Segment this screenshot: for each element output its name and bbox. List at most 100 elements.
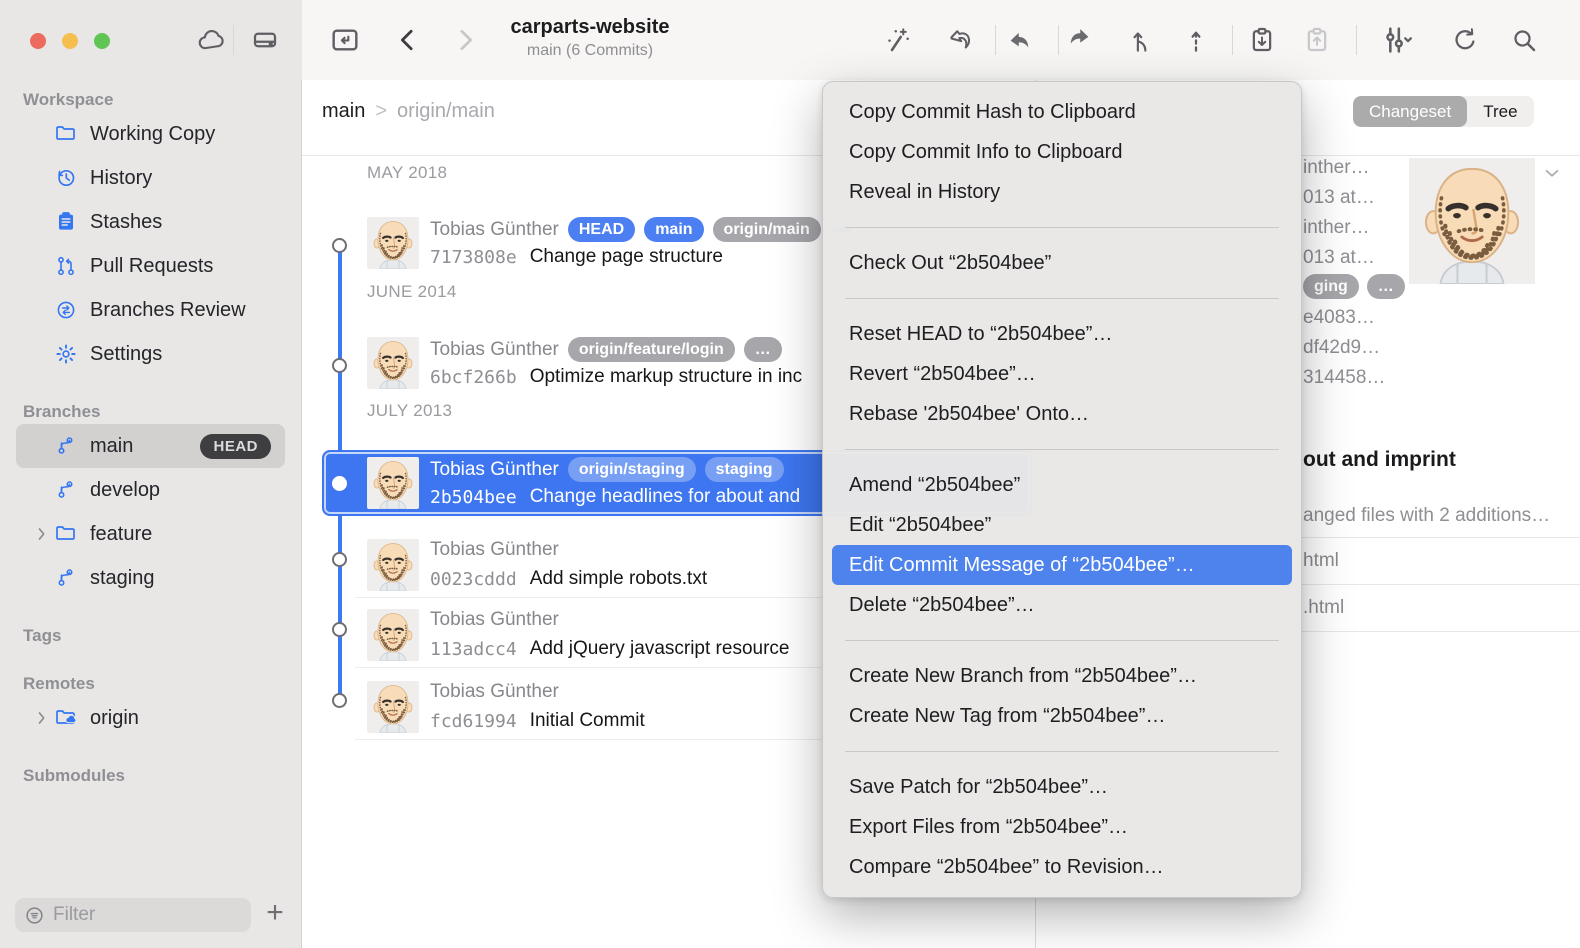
- commit-message-line: 113adcc4Add jQuery javascript resource: [430, 638, 789, 660]
- ref-badge-origin-main: origin/main: [713, 217, 821, 242]
- sidebar-item-label: Settings: [90, 343, 162, 366]
- back-icon[interactable]: [386, 18, 430, 62]
- tab-changeset[interactable]: Changeset: [1353, 96, 1467, 127]
- undo-icon[interactable]: [938, 18, 982, 62]
- sidebar-section-workspace: Workspace: [0, 88, 301, 112]
- add-repository-button[interactable]: +: [260, 896, 290, 930]
- sidebar-item-label: main: [90, 435, 133, 458]
- sidebar-item-label: Pull Requests: [90, 255, 213, 278]
- minimize-button[interactable]: [62, 33, 78, 49]
- sidebar-item-develop[interactable]: develop: [16, 468, 285, 512]
- toolbar-divider: [1058, 25, 1059, 55]
- commit-message: Initial Commit: [530, 710, 645, 732]
- push-icon[interactable]: [1057, 18, 1101, 62]
- commit-meta-line: Tobias Günther: [430, 681, 559, 703]
- merge-icon[interactable]: [1119, 18, 1163, 62]
- menu-item-save-patch-for-2b504bee[interactable]: Save Patch for “2b504bee”…: [823, 767, 1301, 807]
- sidebar-item-settings[interactable]: Settings: [16, 332, 285, 376]
- sidebar-item-main[interactable]: main HEAD: [16, 424, 285, 468]
- sidebar-item-branches-review[interactable]: Branches Review: [16, 288, 285, 332]
- sidebar-item-pull-requests[interactable]: Pull Requests: [16, 244, 285, 288]
- folder-icon: [54, 522, 84, 546]
- pull-icon[interactable]: [998, 18, 1042, 62]
- changed-file-row[interactable]: .html: [1303, 597, 1344, 619]
- commit-author: Tobias Günther: [430, 459, 559, 481]
- menu-item-copy-commit-info-to-clipboard[interactable]: Copy Commit Info to Clipboard: [823, 132, 1301, 172]
- tab-tree[interactable]: Tree: [1467, 96, 1533, 127]
- search-icon[interactable]: [1502, 18, 1546, 62]
- sidebar-item-origin[interactable]: origin: [16, 696, 285, 740]
- ref-badge-staging: staging: [705, 457, 784, 482]
- menu-item-export-files-from-2b504bee[interactable]: Export Files from “2b504bee”…: [823, 807, 1301, 847]
- menu-item-edit-commit-message-of-2b504bee[interactable]: Edit Commit Message of “2b504bee”…: [832, 545, 1292, 585]
- clipped-detail-text: inther…: [1303, 217, 1370, 239]
- commit-author: Tobias Günther: [430, 219, 559, 241]
- commit-message: Add jQuery javascript resource: [530, 638, 790, 660]
- breadcrumb-branch[interactable]: main: [322, 100, 365, 122]
- head-badge: HEAD: [200, 434, 271, 459]
- chevron-right-icon[interactable]: [32, 524, 54, 544]
- menu-item-rebase-2b504bee-onto[interactable]: Rebase '2b504bee' Onto…: [823, 394, 1301, 434]
- changeset-stats: anged files with 2 additions…: [1303, 505, 1550, 527]
- gear-icon: [54, 342, 84, 366]
- breadcrumb-remote[interactable]: origin/main: [397, 100, 495, 122]
- refresh-icon[interactable]: [1443, 18, 1487, 62]
- menu-item-reveal-in-history[interactable]: Reveal in History: [823, 172, 1301, 212]
- clipped-detail-text: 013 at…: [1303, 247, 1375, 269]
- repo-back-icon[interactable]: [323, 18, 367, 62]
- close-button[interactable]: [30, 33, 46, 49]
- sidebar-item-staging[interactable]: staging: [16, 556, 285, 600]
- cloud-folder-icon: [54, 706, 84, 730]
- date-group-header: JULY 2013: [367, 401, 452, 421]
- sidebar-section-tags: Tags: [0, 624, 301, 648]
- avatar: [367, 681, 419, 733]
- sidebar-item-label: feature: [90, 523, 152, 546]
- sidebar-item-history[interactable]: History: [16, 156, 285, 200]
- pull-requests-icon: [54, 254, 84, 278]
- sidebar-item-stashes[interactable]: Stashes: [16, 200, 285, 244]
- ref-badge-ging: ging: [1303, 274, 1359, 299]
- sidebar-item-feature[interactable]: feature: [16, 512, 285, 556]
- sidebar-item-label: Stashes: [90, 211, 162, 234]
- timeline-node: [332, 693, 347, 708]
- changed-file-row[interactable]: html: [1303, 550, 1339, 572]
- zoom-button[interactable]: [94, 33, 110, 49]
- clipped-hash-text: 314458…: [1303, 367, 1385, 389]
- service-filter-icon[interactable]: [1374, 18, 1418, 62]
- avatar: [367, 609, 419, 661]
- commit-message-line: 2b504beeChange headlines for about and: [430, 486, 800, 508]
- chevron-down-icon[interactable]: [1541, 162, 1563, 184]
- quick-actions-icon[interactable]: [875, 18, 919, 62]
- drive-icon[interactable]: [243, 18, 287, 62]
- clipped-hash-text: e4083…: [1303, 307, 1375, 329]
- menu-item-create-new-branch-from-2b504bee[interactable]: Create New Branch from “2b504bee”…: [823, 656, 1301, 696]
- sidebar: WorkspaceWorking CopyHistory Stashes Pull …: [0, 80, 302, 948]
- chevron-right-icon[interactable]: [32, 708, 54, 728]
- filter-input[interactable]: [15, 898, 251, 932]
- menu-item-revert-2b504bee[interactable]: Revert “2b504bee”…: [823, 354, 1301, 394]
- ref-badge-origin-staging: origin/staging: [568, 457, 696, 482]
- commit-hash: 2b504bee: [430, 487, 517, 508]
- author-avatar: [1409, 158, 1535, 284]
- sidebar-item-working-copy[interactable]: Working Copy: [16, 112, 285, 156]
- menu-item-amend-2b504bee[interactable]: Amend “2b504bee”: [823, 465, 1301, 505]
- menu-item-create-new-tag-from-2b504bee[interactable]: Create New Tag from “2b504bee”…: [823, 696, 1301, 736]
- menu-item-reset-head-to-2b504bee[interactable]: Reset HEAD to “2b504bee”…: [823, 314, 1301, 354]
- commit-message-line: 6bcf266bOptimize markup structure in inc: [430, 366, 802, 388]
- menu-item-delete-2b504bee[interactable]: Delete “2b504bee”…: [823, 585, 1301, 625]
- sidebar-filter-bar: +: [0, 886, 302, 948]
- stash-icon[interactable]: [1240, 18, 1284, 62]
- menu-item-copy-commit-hash-to-clipboard[interactable]: Copy Commit Hash to Clipboard: [823, 92, 1301, 132]
- folder-icon: [54, 122, 84, 146]
- menu-separator: [845, 751, 1279, 752]
- cherry-pick-icon[interactable]: [1174, 18, 1218, 62]
- menu-item-check-out-2b504bee[interactable]: Check Out “2b504bee”: [823, 243, 1301, 283]
- menu-separator: [845, 298, 1279, 299]
- commit-message: Add simple robots.txt: [530, 568, 707, 590]
- menu-item-edit-2b504bee[interactable]: Edit “2b504bee”: [823, 505, 1301, 545]
- menu-item-compare-2b504bee-to-revision[interactable]: Compare “2b504bee” to Revision…: [823, 847, 1301, 887]
- menu-separator: [845, 227, 1279, 228]
- cloud-icon[interactable]: [189, 18, 233, 62]
- branch-icon: [54, 434, 84, 458]
- avatar: [367, 457, 419, 509]
